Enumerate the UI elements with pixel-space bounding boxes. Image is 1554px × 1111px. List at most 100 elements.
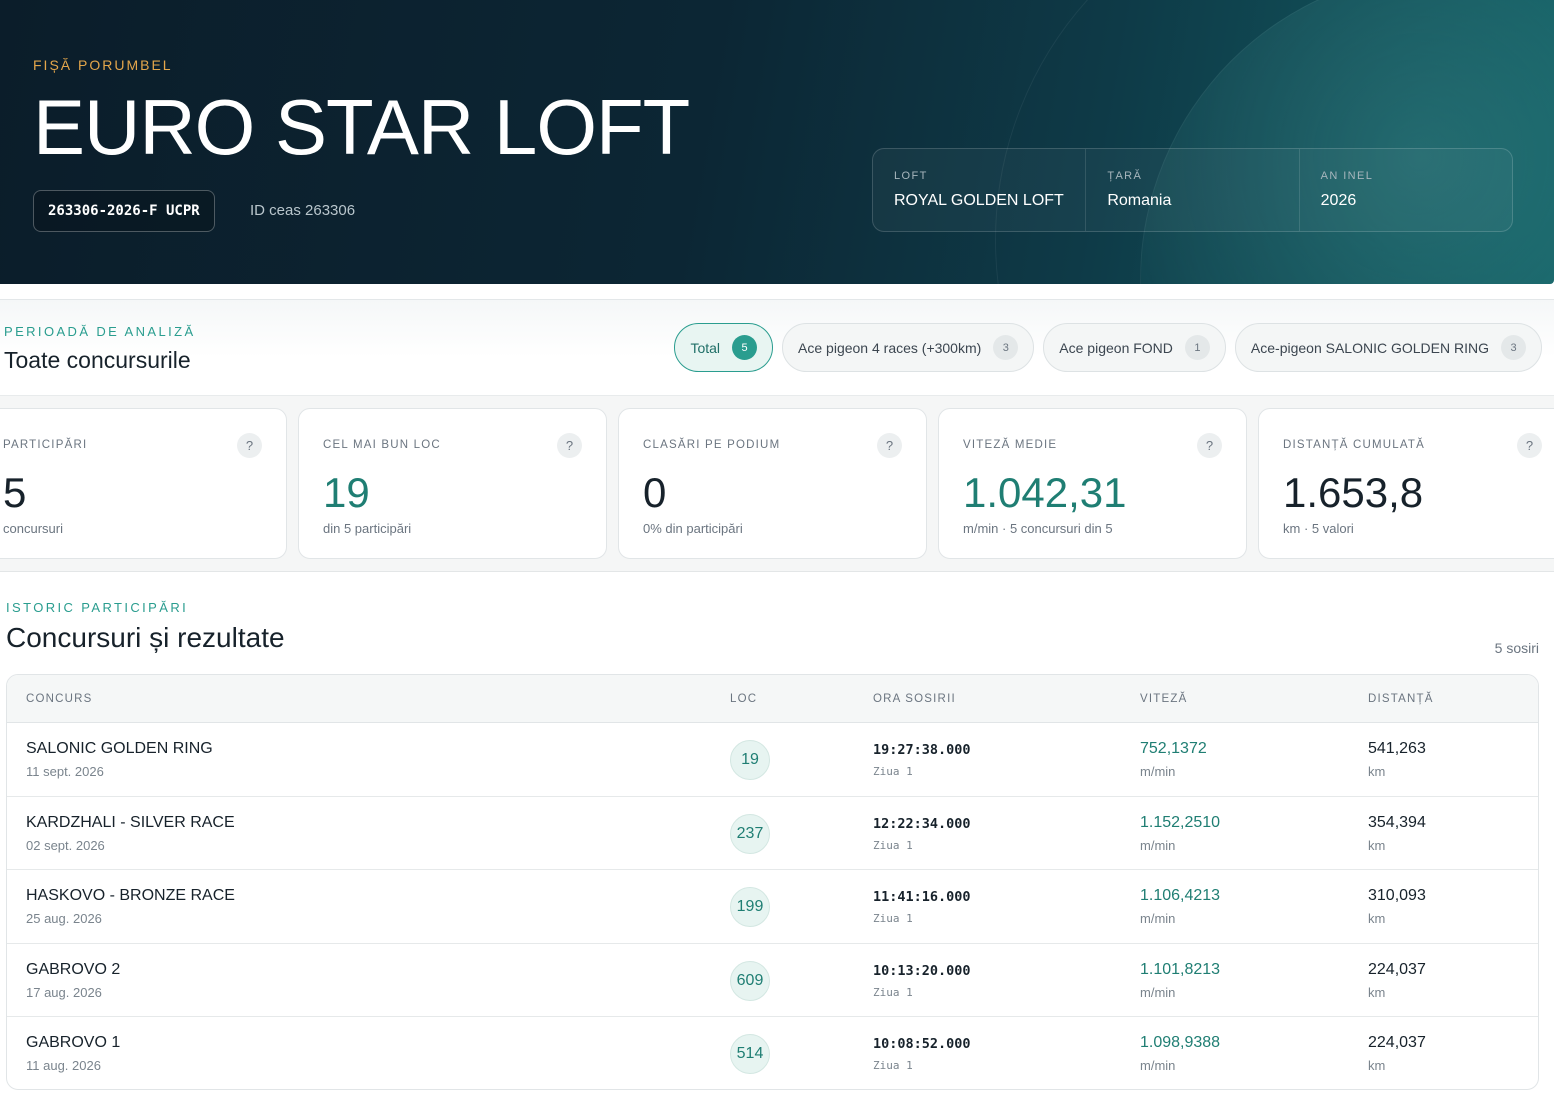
pigeon-name-title: EURO STAR LOFT bbox=[33, 83, 690, 171]
table-row[interactable]: KARDZHALI - SILVER RACE 02 sept. 2026 23… bbox=[7, 797, 1538, 870]
help-icon[interactable]: ? bbox=[1517, 433, 1542, 458]
race-date: 17 aug. 2026 bbox=[26, 984, 102, 1000]
arrival-time: 12:22:34.000 bbox=[873, 815, 971, 832]
distance-value: 354,394 bbox=[1368, 813, 1426, 831]
clock-id: ID ceas 263306 bbox=[250, 202, 356, 219]
chip-label: Ace pigeon FOND bbox=[1059, 339, 1173, 356]
chip-count-badge: 5 bbox=[732, 335, 758, 360]
distance-unit: km bbox=[1368, 764, 1386, 779]
stat-value: 5 bbox=[3, 469, 27, 516]
stat-card-participations: PARTICIPĂRI ? 5 concursuri bbox=[0, 408, 287, 559]
period-filter-chips: Total 5 Ace pigeon 4 races (+300km) 3 Ac… bbox=[674, 323, 1542, 372]
filter-chip-total[interactable]: Total 5 bbox=[674, 323, 774, 372]
arrival-day: Ziua 1 bbox=[873, 985, 913, 999]
filter-chip-ace-salonic[interactable]: Ace-pigeon SALONIC GOLDEN RING 3 bbox=[1234, 323, 1542, 372]
distance-unit: km bbox=[1368, 911, 1386, 926]
place-badge: 609 bbox=[730, 960, 770, 1001]
info-label: AN INEL bbox=[1320, 170, 1374, 182]
results-table: CONCURS LOC ORA SOSIRII VITEZĂ DISTANȚĂ … bbox=[6, 674, 1539, 1090]
table-row[interactable]: GABROVO 1 11 aug. 2026 514 10:08:52.000 … bbox=[7, 1017, 1538, 1089]
stat-value: 19 bbox=[323, 469, 370, 516]
race-name: SALONIC GOLDEN RING bbox=[26, 740, 213, 757]
distance-value: 310,093 bbox=[1368, 887, 1426, 904]
info-country: ȚARĂ Romania bbox=[1086, 149, 1300, 231]
stat-label: PARTICIPĂRI bbox=[3, 439, 88, 451]
pigeon-hero-header: FIȘĂ PORUMBEL EURO STAR LOFT 263306-2026… bbox=[0, 0, 1554, 284]
place-badge: 199 bbox=[730, 887, 770, 927]
place-badge: 19 bbox=[730, 740, 770, 780]
stat-card-cumulative-distance: DISTANȚĂ CUMULATĂ ? 1.653,8 km · 5 valor… bbox=[1258, 408, 1554, 559]
info-ring-year: AN INEL 2026 bbox=[1300, 149, 1512, 231]
info-value: Romania bbox=[1107, 192, 1172, 209]
arrival-day: Ziua 1 bbox=[873, 765, 913, 778]
race-name: HASKOVO - BRONZE RACE bbox=[26, 887, 235, 904]
filter-chip-ace-fond[interactable]: Ace pigeon FOND 1 bbox=[1043, 323, 1226, 372]
race-date: 11 aug. 2026 bbox=[26, 1058, 101, 1073]
help-icon[interactable]: ? bbox=[237, 433, 262, 458]
help-icon[interactable]: ? bbox=[557, 433, 582, 458]
stat-label: VITEZĂ MEDIE bbox=[963, 439, 1058, 451]
table-row[interactable]: GABROVO 2 17 aug. 2026 609 10:13:20.000 … bbox=[7, 944, 1538, 1017]
race-date: 25 aug. 2026 bbox=[26, 911, 102, 926]
ring-number-badge: 263306-2026-F UCPR bbox=[33, 190, 215, 232]
period-eyebrow: PERIOADĂ DE ANALIZĂ bbox=[4, 324, 196, 339]
table-row[interactable]: HASKOVO - BRONZE RACE 25 aug. 2026 199 1… bbox=[7, 870, 1538, 944]
speed-unit: m/min bbox=[1140, 911, 1176, 926]
chip-count-badge: 3 bbox=[993, 335, 1019, 360]
chip-label: Ace-pigeon SALONIC GOLDEN RING bbox=[1250, 339, 1489, 356]
column-header-place: LOC bbox=[730, 693, 758, 705]
speed-value: 1.098,9388 bbox=[1140, 1034, 1221, 1051]
column-header-arrival-time: ORA SOSIRII bbox=[873, 693, 956, 705]
place-badge: 237 bbox=[730, 813, 770, 854]
table-header: CONCURS LOC ORA SOSIRII VITEZĂ DISTANȚĂ bbox=[7, 675, 1538, 723]
distance-unit: km bbox=[1368, 984, 1386, 1000]
info-value: 2026 bbox=[1320, 192, 1357, 209]
chip-count-badge: 1 bbox=[1184, 335, 1210, 360]
help-icon[interactable]: ? bbox=[1197, 433, 1222, 458]
stat-label: DISTANȚĂ CUMULATĂ bbox=[1283, 439, 1426, 451]
arrival-time: 19:27:38.000 bbox=[873, 742, 971, 758]
pigeon-info-card: LOFT ROYAL GOLDEN LOFT ȚARĂ Romania AN I… bbox=[872, 148, 1513, 232]
arrival-time: 10:13:20.000 bbox=[873, 962, 971, 979]
stats-row: PARTICIPĂRI ? 5 concursuri CEL MAI BUN L… bbox=[0, 396, 1554, 572]
stat-label: CEL MAI BUN LOC bbox=[323, 439, 441, 451]
filter-chip-ace-4-races[interactable]: Ace pigeon 4 races (+300km) 3 bbox=[782, 323, 1035, 372]
info-value: ROYAL GOLDEN LOFT bbox=[894, 192, 1064, 209]
distance-unit: km bbox=[1368, 1058, 1386, 1073]
speed-unit: m/min bbox=[1140, 837, 1176, 853]
speed-unit: m/min bbox=[1140, 764, 1176, 779]
distance-value: 541,263 bbox=[1368, 740, 1426, 757]
history-eyebrow: ISTORIC PARTICIPĂRI bbox=[6, 600, 189, 615]
stat-subtext: din 5 participări bbox=[323, 521, 412, 536]
speed-unit: m/min bbox=[1140, 1058, 1176, 1073]
stat-card-average-speed: VITEZĂ MEDIE ? 1.042,31 m/min · 5 concur… bbox=[938, 408, 1247, 559]
column-header-speed: VITEZĂ bbox=[1140, 693, 1188, 705]
stat-card-podium: CLASĂRI PE PODIUM ? 0 0% din participări bbox=[618, 408, 927, 559]
chip-label: Ace pigeon 4 races (+300km) bbox=[798, 339, 982, 356]
speed-unit: m/min bbox=[1140, 984, 1176, 1000]
table-row[interactable]: SALONIC GOLDEN RING 11 sept. 2026 19 19:… bbox=[7, 723, 1538, 797]
analysis-period-bar: PERIOADĂ DE ANALIZĂ Toate concursurile T… bbox=[0, 299, 1554, 396]
distance-unit: km bbox=[1368, 837, 1386, 853]
help-icon[interactable]: ? bbox=[877, 433, 902, 458]
stat-subtext: m/min · 5 concursuri din 5 bbox=[963, 521, 1113, 536]
arrival-day: Ziua 1 bbox=[873, 838, 913, 852]
arrival-day: Ziua 1 bbox=[873, 912, 913, 925]
race-date: 02 sept. 2026 bbox=[26, 837, 105, 853]
history-title: Concursuri și rezultate bbox=[6, 622, 285, 653]
stat-subtext: concursuri bbox=[3, 521, 63, 536]
race-name: KARDZHALI - SILVER RACE bbox=[26, 813, 235, 831]
stat-subtext: km · 5 valori bbox=[1283, 521, 1354, 536]
distance-value: 224,037 bbox=[1368, 1034, 1426, 1051]
speed-value: 1.106,4213 bbox=[1140, 887, 1221, 904]
arrival-day: Ziua 1 bbox=[873, 1059, 913, 1072]
period-heading: Toate concursurile bbox=[4, 347, 191, 373]
info-label: LOFT bbox=[894, 170, 928, 182]
stat-card-best-place: CEL MAI BUN LOC ? 19 din 5 participări bbox=[298, 408, 607, 559]
stat-subtext: 0% din participări bbox=[643, 521, 743, 536]
speed-value: 1.152,2510 bbox=[1140, 813, 1221, 831]
place-badge: 514 bbox=[730, 1034, 770, 1074]
speed-value: 1.101,8213 bbox=[1140, 960, 1221, 978]
distance-value: 224,037 bbox=[1368, 960, 1426, 978]
race-name: GABROVO 2 bbox=[26, 960, 121, 978]
